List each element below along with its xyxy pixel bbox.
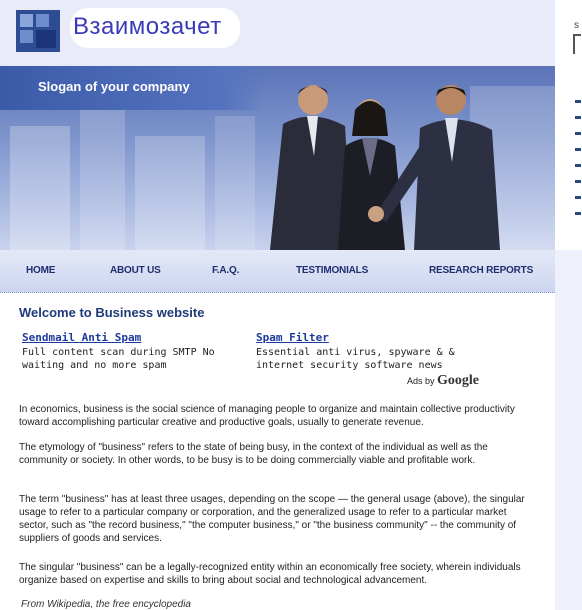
- site-title: Взаимозачет: [73, 13, 222, 40]
- ad-link-spam-filter[interactable]: Spam Filter: [256, 331, 486, 344]
- nav-home[interactable]: HOME: [26, 265, 55, 276]
- welcome-heading: Welcome to Business website: [19, 305, 205, 320]
- ad-block-spam-filter: Spam Filter Essential anti virus, spywar…: [256, 331, 486, 372]
- edge-marker: [575, 148, 581, 151]
- ad-link-sendmail-anti-spam[interactable]: Sendmail Anti Spam: [22, 331, 252, 344]
- nav-testimonials[interactable]: TESTIMONIALS: [296, 265, 368, 276]
- source-note: From Wikipedia, the free encyclopedia: [21, 599, 191, 610]
- ad-block-sendmail: Sendmail Anti Spam Full content scan dur…: [22, 331, 252, 372]
- ad-description: Full content scan during SMTP No waiting…: [22, 347, 215, 371]
- nav-faq[interactable]: F.A.Q.: [212, 265, 239, 276]
- edge-marker: [575, 100, 581, 103]
- logo-icon[interactable]: [16, 10, 60, 52]
- nav-about-us[interactable]: ABOUT US: [110, 265, 161, 276]
- edge-marker: [575, 180, 581, 183]
- paragraph: The singular "business" can be a legally…: [19, 562, 521, 586]
- ad-description: Essential anti virus, spyware & & intern…: [256, 347, 455, 371]
- site-header: Взаимозачет: [0, 0, 555, 66]
- main-content: Welcome to Business website Sendmail Ant…: [0, 293, 555, 610]
- ads-by-label: Ads by: [407, 376, 435, 386]
- main-nav: HOME ABOUT US F.A.Q. TESTIMONIALS RESEAR…: [0, 250, 555, 293]
- edge-marker: [575, 196, 581, 199]
- paragraph: In economics, business is the social sci…: [19, 404, 515, 428]
- edge-marker: [575, 164, 581, 167]
- banner: Slogan of your company: [0, 66, 555, 250]
- edge-marker: [575, 212, 581, 215]
- business-handshake-photo: [270, 85, 500, 250]
- paragraph: The etymology of "business" refers to th…: [19, 442, 488, 466]
- edge-glyph: s: [574, 20, 579, 31]
- ads-by-google[interactable]: Ads by Google: [407, 373, 479, 389]
- edge-bracket: [573, 34, 581, 54]
- paragraph: The term "business" has at least three u…: [19, 494, 525, 544]
- site-page: Взаимозачет Slogan of your company HOME …: [0, 0, 555, 610]
- edge-marker: [575, 116, 581, 119]
- edge-marker: [575, 132, 581, 135]
- nav-research-reports[interactable]: RESEARCH REPORTS: [429, 265, 533, 276]
- right-edge-lower: [555, 250, 582, 610]
- google-logo: Google: [437, 373, 480, 388]
